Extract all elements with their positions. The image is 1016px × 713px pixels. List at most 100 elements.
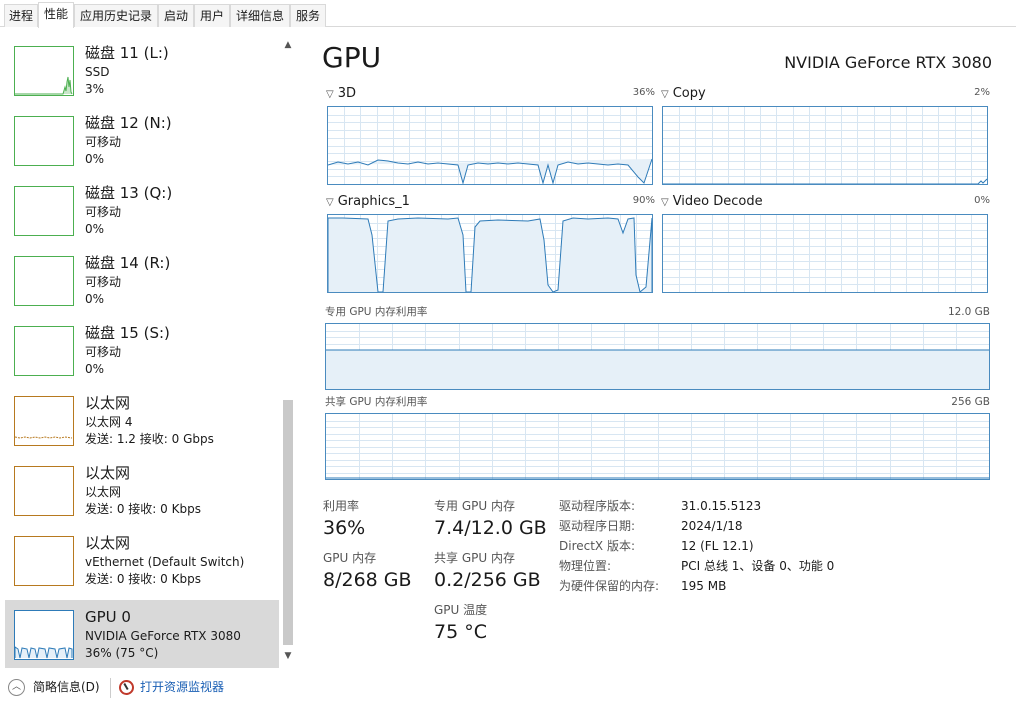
shared-memory-stat-label: 共享 GPU 内存 xyxy=(434,551,515,565)
tab-users[interactable]: 用户 xyxy=(194,4,230,27)
sidebar-item-subtitle: 可移动 xyxy=(85,205,122,219)
scroll-thumb[interactable] xyxy=(283,400,293,645)
graph-3d xyxy=(327,106,653,185)
sidebar-item-subtitle: 可移动 xyxy=(85,275,122,289)
graph-dedicated-memory xyxy=(325,323,990,390)
sidebar-item-title: 以太网 xyxy=(85,394,131,412)
engine-selector-3d[interactable]: ▽ 3D xyxy=(326,86,356,103)
engine-selector-video-decode[interactable]: ▽ Video Decode xyxy=(661,194,763,211)
dedicated-memory-label: 专用 GPU 内存利用率 xyxy=(325,306,428,318)
disk-12-thumbnail xyxy=(14,116,74,166)
sidebar-item-title: 以太网 xyxy=(85,464,131,482)
ethernet-thumbnail xyxy=(14,466,74,516)
sidebar-item-value: 36% (75 °C) xyxy=(85,646,159,660)
sidebar-item-title: 磁盘 11 (L:) xyxy=(85,44,169,62)
tab-startup[interactable]: 启动 xyxy=(158,4,194,27)
sidebar-item-subtitle: SSD xyxy=(85,65,110,79)
tab-processes[interactable]: 进程 xyxy=(4,4,38,27)
sidebar-item-title: 磁盘 15 (S:) xyxy=(85,324,170,342)
sidebar-item-title: 磁盘 12 (N:) xyxy=(85,114,172,132)
sidebar-item-subtitle: 可移动 xyxy=(85,135,122,149)
device-name: NVIDIA GeForce RTX 3080 xyxy=(784,53,992,72)
graph-graphics-1 xyxy=(327,214,653,293)
directx-version-value: 12 (FL 12.1) xyxy=(681,539,754,553)
sidebar-item-value: 0% xyxy=(85,222,105,236)
sidebar-item-value: 0% xyxy=(85,362,105,376)
sidebar-item-value: 0% xyxy=(85,152,105,166)
sidebar-item-disk-11[interactable]: 磁盘 11 (L:) SSD 3% xyxy=(5,36,279,106)
driver-version-value: 31.0.15.5123 xyxy=(681,499,762,513)
scroll-down-arrow-icon[interactable]: ▼ xyxy=(281,649,295,663)
engine-percent: 90% xyxy=(632,195,655,206)
footer-divider xyxy=(110,678,111,698)
dedicated-memory-stat-label: 专用 GPU 内存 xyxy=(434,499,515,513)
graph-video-decode xyxy=(662,214,988,293)
graph-video-decode-svg xyxy=(663,215,987,292)
ethernet-4-thumbnail xyxy=(14,396,74,446)
chevron-down-icon: ▽ xyxy=(661,89,669,100)
hardware-reserved-memory-key: 为硬件保留的内存: xyxy=(559,579,660,593)
chevron-down-icon: ▽ xyxy=(326,197,334,208)
engine-selector-graphics-1[interactable]: ▽ Graphics_1 xyxy=(326,194,410,211)
sidebar-item-value: 发送: 0 接收: 0 Kbps xyxy=(85,502,201,516)
graph-shared-memory xyxy=(325,413,990,480)
footer: ︿ 简略信息(D) 打开资源监视器 xyxy=(0,675,1016,705)
sidebar-item-disk-12[interactable]: 磁盘 12 (N:) 可移动 0% xyxy=(5,106,279,176)
disk-14-thumbnail xyxy=(14,256,74,306)
gpu-memory-value: 8/268 GB xyxy=(323,569,412,591)
sidebar-item-subtitle: NVIDIA GeForce RTX 3080 xyxy=(85,629,241,643)
utilization-label: 利用率 xyxy=(323,499,360,513)
graph-graphics-1-svg xyxy=(328,215,652,292)
resource-monitor-icon[interactable] xyxy=(119,680,134,695)
sidebar-item-subtitle: vEthernet (Default Switch) xyxy=(85,555,245,569)
utilization-value: 36% xyxy=(323,517,366,539)
directx-version-key: DirectX 版本: xyxy=(559,539,636,553)
sidebar-item-subtitle: 以太网 xyxy=(85,485,122,499)
engine-percent: 0% xyxy=(974,195,990,206)
shared-memory-label: 共享 GPU 内存利用率 xyxy=(325,396,428,408)
gpu-memory-label: GPU 内存 xyxy=(323,551,377,565)
resource-sidebar: 磁盘 11 (L:) SSD 3% 磁盘 12 (N:) 可移动 0% 磁盘 1… xyxy=(0,28,298,668)
graph-shared-memory-svg xyxy=(326,414,989,479)
page-title: GPU xyxy=(322,41,382,74)
sidebar-item-disk-14[interactable]: 磁盘 14 (R:) 可移动 0% xyxy=(5,246,279,316)
chevron-down-icon: ▽ xyxy=(326,89,334,100)
graph-copy xyxy=(662,106,988,185)
engine-selector-copy[interactable]: ▽ Copy xyxy=(661,86,706,103)
sidebar-item-title: 磁盘 13 (Q:) xyxy=(85,184,173,202)
disk-13-thumbnail xyxy=(14,186,74,236)
tab-bar: 进程 性能 应用历史记录 启动 用户 详细信息 服务 xyxy=(0,0,1016,28)
sidebar-item-title: GPU 0 xyxy=(85,608,131,626)
tab-app-history[interactable]: 应用历史记录 xyxy=(74,4,158,27)
graph-3d-svg xyxy=(328,107,652,184)
hardware-reserved-memory-value: 195 MB xyxy=(681,579,727,593)
sidebar-item-subtitle: 可移动 xyxy=(85,345,122,359)
sidebar-item-value: 发送: 0 接收: 0 Kbps xyxy=(85,572,201,586)
sidebar-scrollbar[interactable]: ▲ ▼ xyxy=(281,38,295,663)
fewer-details-button[interactable]: 简略信息(D) xyxy=(33,680,100,695)
sidebar-item-value: 发送: 1.2 接收: 0 Gbps xyxy=(85,432,214,446)
disk-15-thumbnail xyxy=(14,326,74,376)
sidebar-item-disk-15[interactable]: 磁盘 15 (S:) 可移动 0% xyxy=(5,316,279,386)
gpu-temperature-value: 75 °C xyxy=(434,621,487,643)
sidebar-item-ethernet-4[interactable]: 以太网 以太网 4 发送: 1.2 接收: 0 Gbps xyxy=(5,386,279,456)
sidebar-item-value: 3% xyxy=(85,82,105,96)
dedicated-memory-stat-value: 7.4/12.0 GB xyxy=(434,517,547,539)
physical-location-key: 物理位置: xyxy=(559,559,612,573)
graph-copy-svg xyxy=(663,107,987,184)
sidebar-item-vethernet[interactable]: 以太网 vEthernet (Default Switch) 发送: 0 接收:… xyxy=(5,526,279,596)
tab-performance[interactable]: 性能 xyxy=(38,2,74,28)
sidebar-item-disk-13[interactable]: 磁盘 13 (Q:) 可移动 0% xyxy=(5,176,279,246)
tab-services[interactable]: 服务 xyxy=(290,4,326,27)
engine-percent: 2% xyxy=(974,87,990,98)
gpu-temperature-label: GPU 温度 xyxy=(434,603,488,617)
driver-date-key: 驱动程序日期: xyxy=(559,519,636,533)
tab-details[interactable]: 详细信息 xyxy=(230,4,290,27)
scroll-up-arrow-icon[interactable]: ▲ xyxy=(281,38,295,52)
sidebar-item-ethernet[interactable]: 以太网 以太网 发送: 0 接收: 0 Kbps xyxy=(5,456,279,526)
chevron-up-icon[interactable]: ︿ xyxy=(8,679,25,696)
sidebar-item-title: 以太网 xyxy=(85,534,131,552)
sidebar-item-gpu-0[interactable]: GPU 0 NVIDIA GeForce RTX 3080 36% (75 °C… xyxy=(5,600,279,668)
open-resource-monitor-link[interactable]: 打开资源监视器 xyxy=(140,680,224,695)
sidebar-item-value: 0% xyxy=(85,292,105,306)
